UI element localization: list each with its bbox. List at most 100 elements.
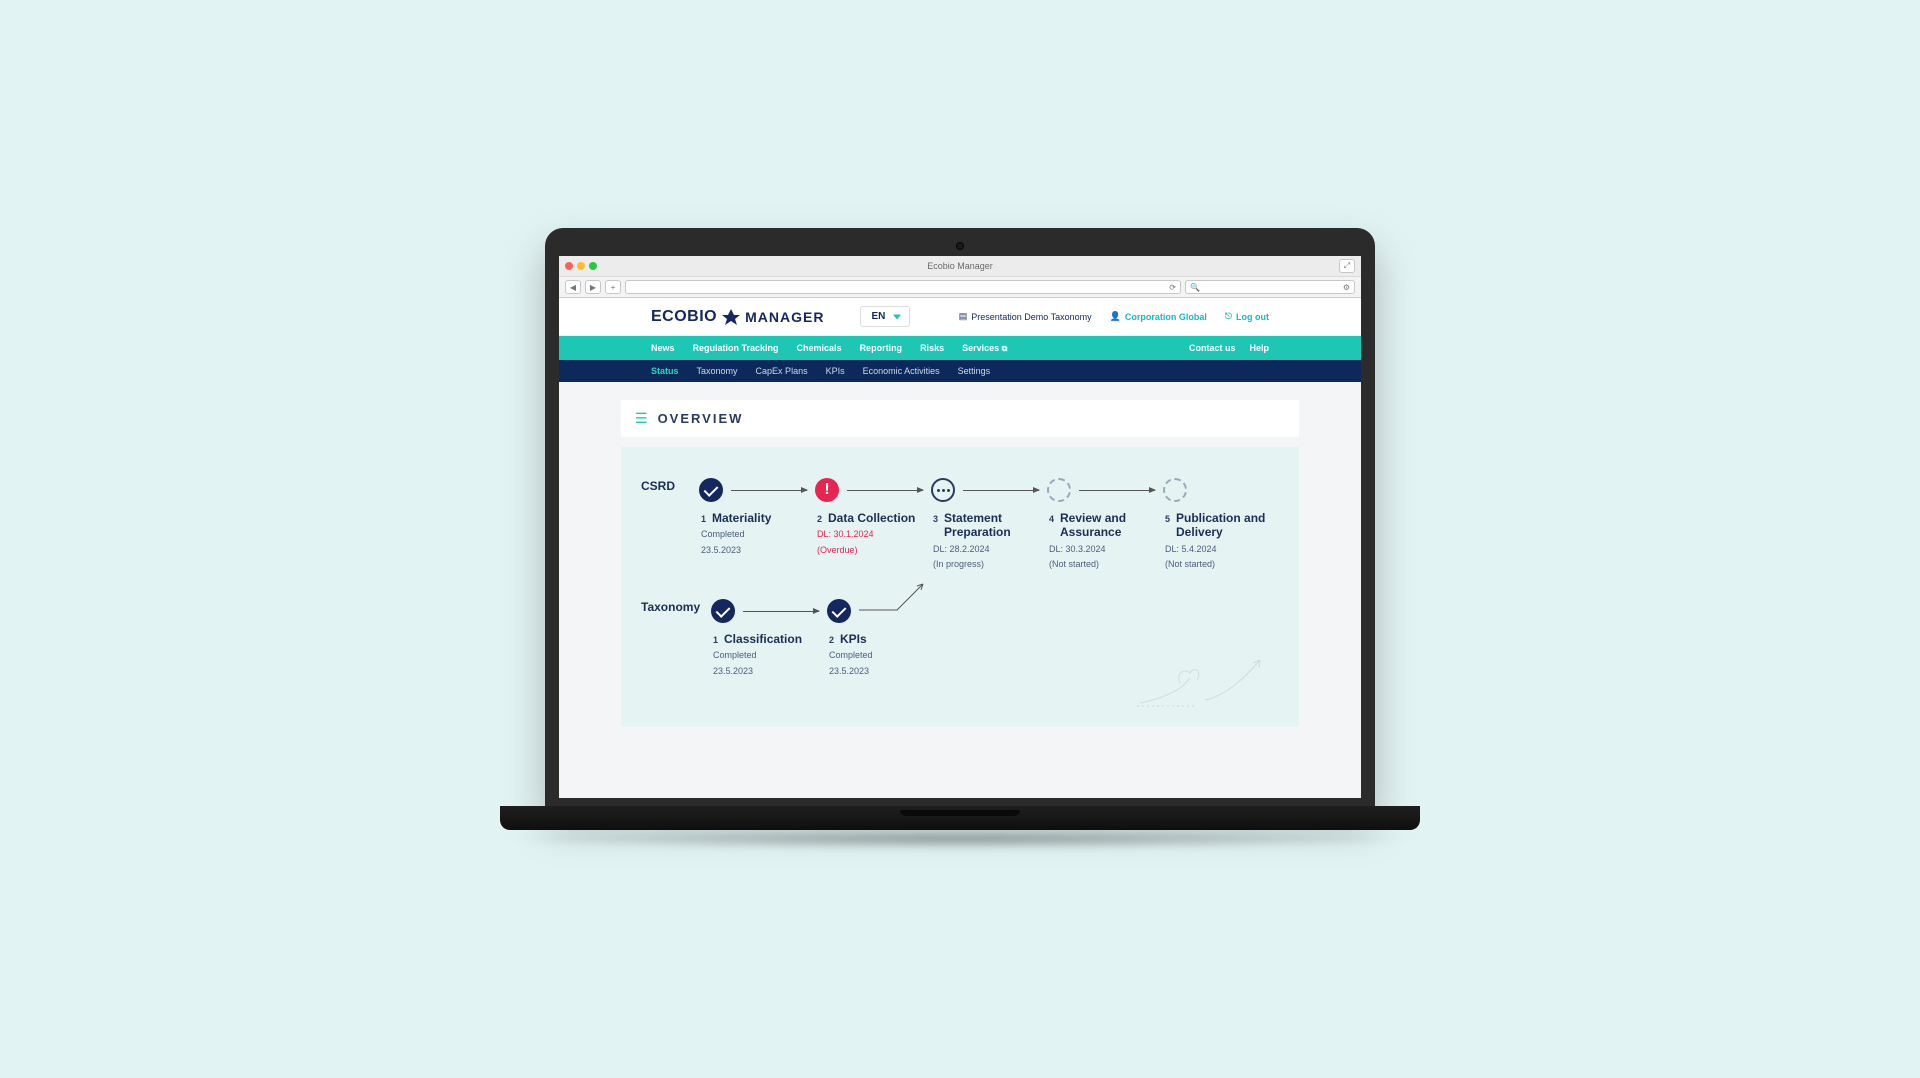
demo-label: Presentation Demo Taxonomy bbox=[971, 312, 1091, 322]
laptop-shadow bbox=[500, 828, 1420, 850]
step-line2: (Not started) bbox=[1049, 558, 1163, 570]
step-line2: 23.5.2023 bbox=[713, 665, 827, 677]
close-window-icon[interactable] bbox=[565, 262, 573, 270]
arrow-icon bbox=[847, 490, 923, 491]
overview-icon: ☰ bbox=[635, 410, 648, 427]
arrow-icon bbox=[743, 611, 819, 612]
track-label-csrd: CSRD bbox=[641, 477, 699, 493]
step-line1: Completed bbox=[701, 528, 815, 540]
step-title: Statement Preparation bbox=[944, 511, 1047, 540]
step-number: 1 bbox=[713, 635, 718, 645]
window-controls[interactable] bbox=[565, 262, 597, 270]
nav-regulation-tracking[interactable]: Regulation Tracking bbox=[693, 343, 779, 353]
step-title: Materiality bbox=[712, 511, 771, 525]
step-line1: DL: 28.2.2024 bbox=[933, 543, 1047, 555]
subnav-economic-activities[interactable]: Economic Activities bbox=[863, 366, 940, 376]
subnav-settings[interactable]: Settings bbox=[958, 366, 991, 376]
subnav-status[interactable]: Status bbox=[651, 366, 679, 376]
csrd-step-4[interactable]: 4Review and Assurance DL: 30.3.2024 (Not… bbox=[1047, 477, 1163, 570]
csrd-step-2[interactable]: ! 2Data Collection DL: 30.1.2024 (Overdu… bbox=[815, 477, 931, 570]
csrd-step-1[interactable]: 1 Materiality Completed 23.5.2023 bbox=[699, 477, 815, 570]
step-line1: Completed bbox=[713, 649, 827, 661]
fullscreen-icon[interactable]: ⤢ bbox=[1339, 259, 1355, 273]
demo-indicator: ▤ Presentation Demo Taxonomy bbox=[959, 311, 1092, 322]
csrd-steps: 1 Materiality Completed 23.5.2023 ! bbox=[699, 477, 1279, 570]
step-title: Classification bbox=[724, 632, 802, 646]
status-done-icon bbox=[827, 599, 851, 623]
status-done-icon bbox=[699, 478, 723, 502]
search-input[interactable] bbox=[1203, 283, 1340, 292]
step-number: 1 bbox=[701, 514, 706, 524]
step-title: Review and Assurance bbox=[1060, 511, 1163, 540]
nav-risks[interactable]: Risks bbox=[920, 343, 944, 353]
page-title-card: ☰ OVERVIEW bbox=[621, 400, 1299, 437]
step-line1: DL: 30.1.2024 bbox=[817, 528, 931, 540]
primary-nav: News Regulation Tracking Chemicals Repor… bbox=[559, 336, 1361, 360]
subnav-kpis[interactable]: KPIs bbox=[826, 366, 845, 376]
taxonomy-step-1[interactable]: 1 Classification Completed 23.5.2023 bbox=[711, 598, 827, 677]
logout-label: Log out bbox=[1236, 312, 1269, 322]
status-progress-icon bbox=[931, 478, 955, 502]
browser-toolbar: ◀ ▶ + ⟳ 🔍 ⚙ bbox=[559, 276, 1361, 297]
refresh-icon[interactable]: ⟳ bbox=[1169, 283, 1176, 292]
search-icon: 🔍 bbox=[1190, 283, 1200, 292]
logout-link[interactable]: ⎋ Log out bbox=[1225, 311, 1269, 322]
page-title: OVERVIEW bbox=[658, 411, 744, 426]
subnav-capex[interactable]: CapEx Plans bbox=[756, 366, 808, 376]
new-tab-button[interactable]: + bbox=[605, 280, 621, 294]
arrow-icon bbox=[731, 490, 807, 491]
track-csrd: CSRD 1Materiality Completed 2 bbox=[641, 477, 1279, 570]
step-number: 4 bbox=[1049, 514, 1054, 524]
laptop-mockup: Ecobio Manager ⤢ ◀ ▶ + ⟳ 🔍 ⚙ ECOBIO bbox=[545, 228, 1375, 850]
taxonomy-step-2[interactable]: 2KPIs Completed 23.5.2023 bbox=[827, 598, 943, 677]
step-number: 5 bbox=[1165, 514, 1170, 524]
nav-reporting[interactable]: Reporting bbox=[860, 343, 903, 353]
back-button[interactable]: ◀ bbox=[565, 280, 581, 294]
status-pending-icon bbox=[1047, 478, 1071, 502]
browser-chrome: Ecobio Manager ⤢ ◀ ▶ + ⟳ 🔍 ⚙ bbox=[559, 256, 1361, 298]
step-title: Publication and Delivery bbox=[1176, 511, 1279, 540]
nav-help[interactable]: Help bbox=[1249, 343, 1269, 353]
laptop-base bbox=[500, 806, 1420, 830]
status-warn-icon: ! bbox=[815, 478, 839, 502]
nav-services[interactable]: Services ⧉ bbox=[962, 343, 1007, 354]
brand-logo[interactable]: ECOBIO MANAGER bbox=[651, 307, 824, 327]
step-line1: Completed bbox=[829, 649, 943, 661]
external-link-icon: ⧉ bbox=[1002, 344, 1008, 353]
merge-arrow-icon bbox=[857, 578, 927, 612]
logo-emblem-icon bbox=[721, 307, 741, 327]
nav-chemicals[interactable]: Chemicals bbox=[797, 343, 842, 353]
search-settings-icon[interactable]: ⚙ bbox=[1343, 283, 1350, 292]
browser-search[interactable]: 🔍 ⚙ bbox=[1185, 280, 1355, 294]
document-icon: ▤ bbox=[959, 311, 968, 322]
forward-button[interactable]: ▶ bbox=[585, 280, 601, 294]
language-selector[interactable]: EN bbox=[860, 306, 910, 327]
step-line2: 23.5.2023 bbox=[701, 544, 815, 556]
user-icon: 👤 bbox=[1110, 311, 1121, 322]
step-number: 2 bbox=[829, 635, 834, 645]
arrow-icon bbox=[963, 490, 1039, 491]
screen-frame: Ecobio Manager ⤢ ◀ ▶ + ⟳ 🔍 ⚙ ECOBIO bbox=[545, 228, 1375, 806]
logo-text-brand: ECOBIO bbox=[651, 308, 717, 326]
browser-titlebar: Ecobio Manager ⤢ bbox=[559, 256, 1361, 276]
minimize-window-icon[interactable] bbox=[577, 262, 585, 270]
nav-news[interactable]: News bbox=[651, 343, 675, 353]
csrd-step-3[interactable]: 3Statement Preparation DL: 28.2.2024 (In… bbox=[931, 477, 1047, 570]
logo-text-suffix: MANAGER bbox=[745, 309, 824, 325]
camera-dot bbox=[956, 242, 964, 250]
arrow-icon bbox=[1079, 490, 1155, 491]
track-label-taxonomy: Taxonomy bbox=[641, 598, 711, 614]
corporation-link[interactable]: 👤 Corporation Global bbox=[1110, 311, 1207, 322]
step-line2: 23.5.2023 bbox=[829, 665, 943, 677]
step-line1: DL: 5.4.2024 bbox=[1165, 543, 1279, 555]
nav-contact[interactable]: Contact us bbox=[1189, 343, 1236, 353]
step-line2: (Overdue) bbox=[817, 544, 931, 556]
maximize-window-icon[interactable] bbox=[589, 262, 597, 270]
subnav-taxonomy[interactable]: Taxonomy bbox=[697, 366, 738, 376]
step-number: 3 bbox=[933, 514, 938, 524]
step-line2: (Not started) bbox=[1165, 558, 1279, 570]
csrd-step-5[interactable]: 5 Publication and Delivery DL: 5.4.2024 (… bbox=[1163, 477, 1279, 570]
address-bar[interactable]: ⟳ bbox=[625, 280, 1181, 294]
overview-panel: CSRD 1 Materiality Completed 2 bbox=[621, 447, 1299, 727]
app-viewport: ECOBIO MANAGER EN ▤ Presentation Demo Ta… bbox=[559, 298, 1361, 798]
